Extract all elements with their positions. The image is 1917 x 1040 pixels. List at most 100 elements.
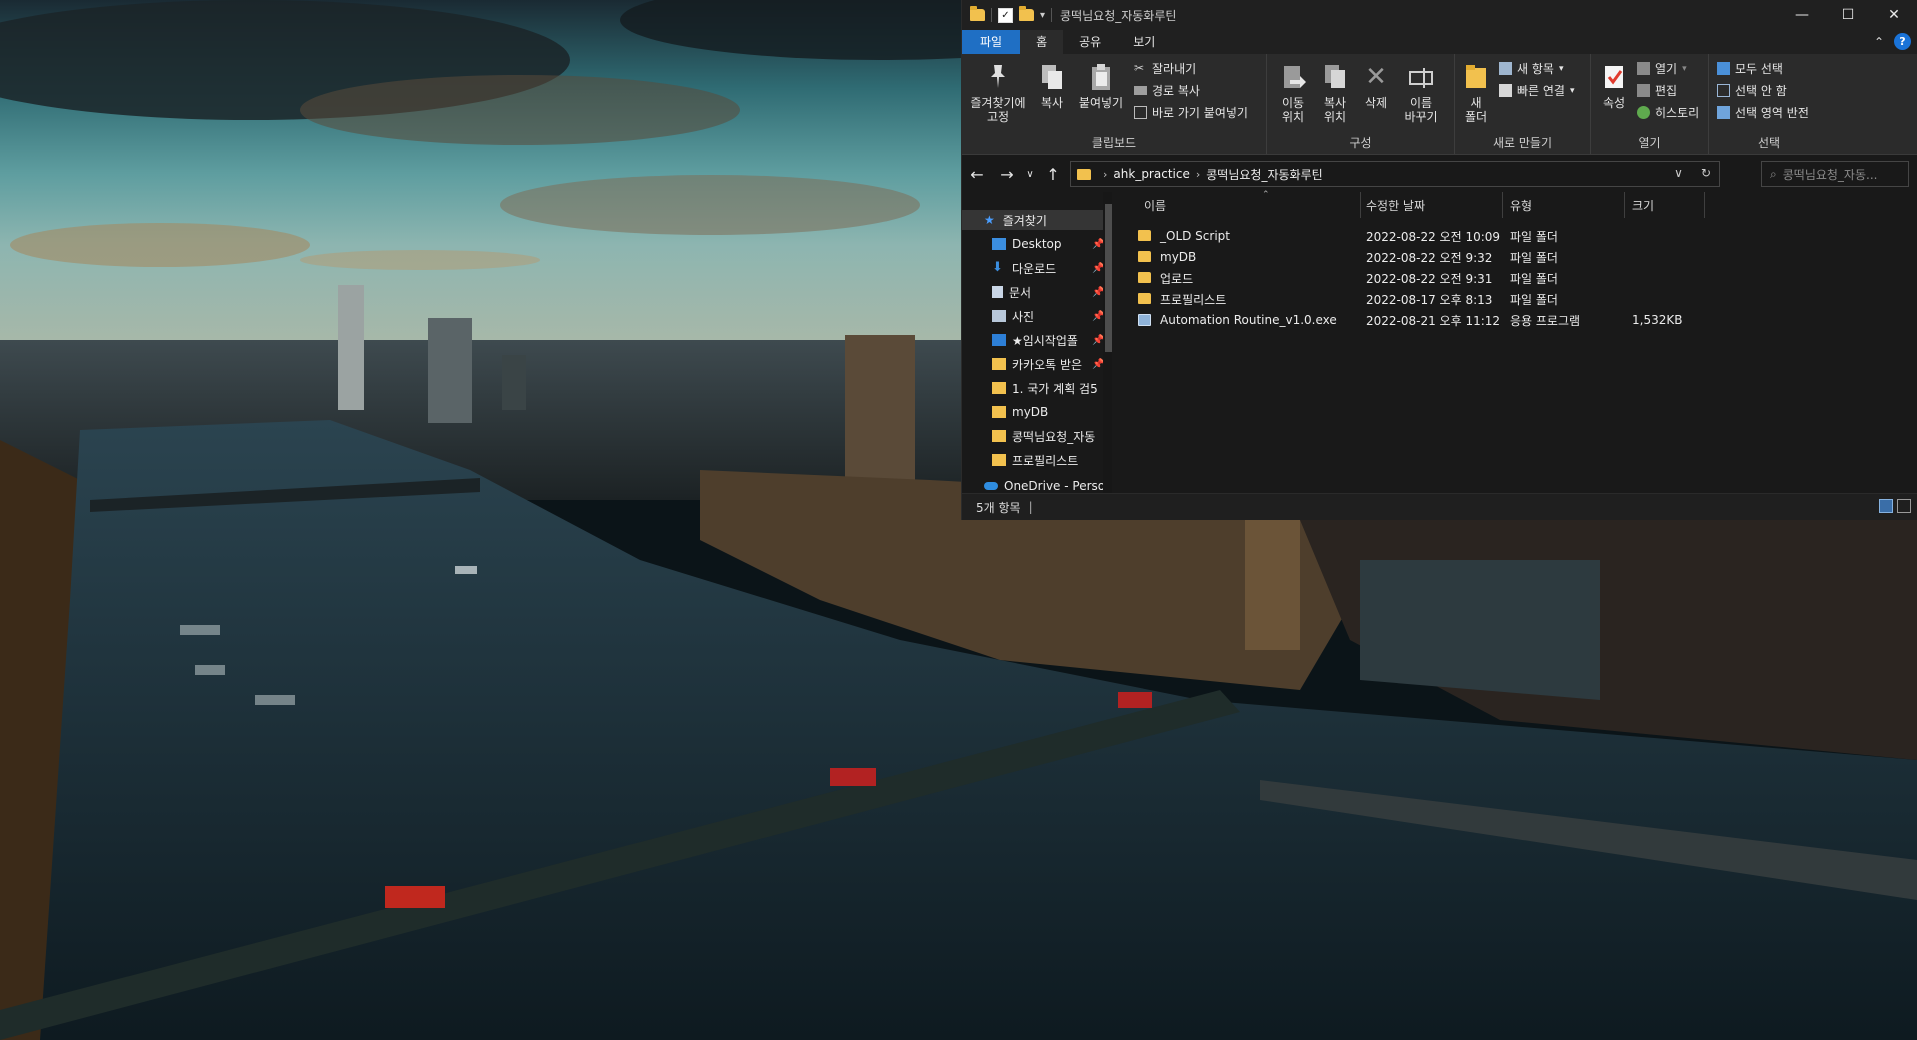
copy-to-icon xyxy=(1322,62,1348,92)
file-row[interactable]: 프로필리스트 2022-08-17 오후 8:13 파일 폴더 xyxy=(1132,289,1732,309)
close-button[interactable]: ✕ xyxy=(1871,0,1917,30)
group-new: 새 폴더 새 항목 ▾ 빠른 연결 ▾ 새로 만들기 xyxy=(1455,54,1591,154)
properties-check-icon[interactable]: ✓ xyxy=(998,7,1013,23)
new-folder-button[interactable]: 새 폴더 xyxy=(1461,62,1491,124)
column-divider[interactable] xyxy=(1704,192,1705,218)
pin-to-quick-access-button[interactable]: 즐겨찾기에 고정 xyxy=(968,62,1028,124)
tab-share[interactable]: 공유 xyxy=(1063,30,1117,54)
collapse-ribbon-icon[interactable]: ⌃ xyxy=(1874,35,1884,49)
select-group-label: 선택 xyxy=(1757,136,1781,150)
address-dropdown-icon[interactable]: ∨ xyxy=(1674,166,1683,180)
address-bar[interactable]: › ahk_practice › 콩떡님요청_자동화루틴 ∨ ↻ xyxy=(1070,161,1720,187)
tab-view[interactable]: 보기 xyxy=(1117,30,1171,54)
nav-item-downloads[interactable]: ⬇ 다운로드 📌 xyxy=(962,258,1112,278)
minimize-button[interactable]: — xyxy=(1779,0,1825,30)
open-button[interactable]: 열기 ▾ xyxy=(1637,60,1687,77)
breadcrumb-chevron-icon[interactable]: › xyxy=(1196,168,1200,181)
customize-toolbar-arrow-icon[interactable]: ▾ xyxy=(1040,10,1045,21)
pin-label: 즐겨찾기에 고정 xyxy=(970,96,1026,124)
breadcrumb-ahk-practice[interactable]: ahk_practice xyxy=(1113,167,1189,181)
nav-scrollbar-thumb[interactable] xyxy=(1105,204,1112,352)
nav-item-kakaotalk[interactable]: 카카오톡 받은 📌 xyxy=(962,354,1112,374)
delete-x-icon: ✕ xyxy=(1365,62,1387,92)
pin-icon xyxy=(985,62,1011,92)
open-label: 열기 xyxy=(1655,62,1678,76)
back-arrow-icon[interactable]: ← xyxy=(962,165,992,184)
copy-to-label: 복사 위치 xyxy=(1323,96,1347,124)
folder-icon[interactable] xyxy=(970,6,985,21)
large-icons-view-icon[interactable] xyxy=(1897,499,1911,513)
column-divider[interactable] xyxy=(1502,192,1503,218)
column-header-name[interactable]: 이름 xyxy=(1144,192,1166,218)
tab-home[interactable]: 홈 xyxy=(1020,30,1064,54)
details-view-icon[interactable] xyxy=(1879,499,1893,513)
copy-to-button[interactable]: 복사 위치 xyxy=(1317,62,1353,124)
file-row[interactable]: 업로드 2022-08-22 오전 9:31 파일 폴더 xyxy=(1132,268,1732,288)
new-item-button[interactable]: 새 항목 ▾ xyxy=(1499,60,1563,77)
column-divider[interactable] xyxy=(1360,192,1361,218)
select-none-button[interactable]: 선택 안 함 xyxy=(1717,82,1787,99)
ribbon-home: 즐겨찾기에 고정 복사 붙여넣기 ✂ 잘라내기 경로 복사 바로 가기 붙여넣기… xyxy=(962,54,1917,155)
copy-button[interactable]: 복사 xyxy=(1034,62,1070,110)
select-none-label: 선택 안 함 xyxy=(1735,84,1787,98)
nav-item-documents[interactable]: 문서 📌 xyxy=(962,282,1112,302)
new-folder-icon[interactable] xyxy=(1019,6,1034,21)
column-header-size[interactable]: 크기 xyxy=(1632,192,1654,218)
nav-item-mydb[interactable]: myDB xyxy=(962,402,1112,422)
easy-access-button[interactable]: 빠른 연결 ▾ xyxy=(1499,82,1575,99)
refresh-icon[interactable]: ↻ xyxy=(1701,166,1711,180)
new-folder-label: 새 폴더 xyxy=(1464,96,1488,124)
nav-item-label: 사진 xyxy=(1012,309,1035,324)
nav-item-desktop[interactable]: Desktop 📌 xyxy=(962,234,1112,254)
dropdown-arrow-icon: ▾ xyxy=(1569,85,1575,96)
nav-scrollbar[interactable] xyxy=(1103,192,1112,494)
clipboard-group-label: 클립보드 xyxy=(1091,136,1137,150)
nav-item-quick-access[interactable]: ★ 즐겨찾기 xyxy=(962,210,1112,230)
breadcrumb-chevron-icon[interactable]: › xyxy=(1103,168,1107,181)
item-count: 5개 항목 xyxy=(976,500,1021,515)
nav-item-label: 다운로드 xyxy=(1012,261,1057,276)
nav-item-onedrive[interactable]: OneDrive - Persor xyxy=(962,476,1112,494)
breadcrumb-current-folder[interactable]: 콩떡님요청_자동화루틴 xyxy=(1206,166,1322,183)
nav-item-pictures[interactable]: 사진 📌 xyxy=(962,306,1112,326)
file-row[interactable]: myDB 2022-08-22 오전 9:32 파일 폴더 xyxy=(1132,247,1732,267)
delete-button[interactable]: ✕ 삭제 xyxy=(1361,62,1391,110)
properties-button[interactable]: 속성 xyxy=(1597,62,1631,110)
nav-item-national-plan[interactable]: 1. 국가 계획 검5 xyxy=(962,378,1112,398)
cut-label: 잘라내기 xyxy=(1152,62,1197,76)
column-header-date[interactable]: 수정한 날짜 xyxy=(1366,192,1425,218)
nav-item-label: 문서 xyxy=(1009,285,1032,300)
edit-button[interactable]: 편집 xyxy=(1637,82,1677,99)
help-icon[interactable]: ? xyxy=(1894,33,1911,50)
paste-shortcut-button[interactable]: 바로 가기 붙여넣기 xyxy=(1134,104,1248,121)
forward-arrow-icon[interactable]: → xyxy=(992,165,1022,184)
select-all-button[interactable]: 모두 선택 xyxy=(1717,60,1783,77)
file-row[interactable]: _OLD Script 2022-08-22 오전 10:09 파일 폴더 xyxy=(1132,226,1732,246)
window-title: 콩떡님요청_자동화루틴 xyxy=(1060,8,1177,23)
up-arrow-icon[interactable]: ↑ xyxy=(1038,165,1068,184)
download-icon: ⬇ xyxy=(992,260,1003,275)
move-to-button[interactable]: 이동 위치 xyxy=(1275,62,1311,124)
maximize-button[interactable]: ☐ xyxy=(1825,0,1871,30)
recent-locations-chevron-icon[interactable]: ∨ xyxy=(1022,169,1038,180)
nav-item-profile-list[interactable]: 프로필리스트 xyxy=(962,450,1112,470)
paste-label: 붙여넣기 xyxy=(1078,96,1124,110)
history-button[interactable]: 히스토리 xyxy=(1637,104,1699,121)
folder-icon xyxy=(1138,251,1151,262)
tab-file[interactable]: 파일 xyxy=(962,30,1021,54)
invert-selection-button[interactable]: 선택 영역 반전 xyxy=(1717,104,1809,121)
select-none-icon xyxy=(1717,84,1730,97)
column-divider[interactable] xyxy=(1624,192,1625,218)
nav-item-automation[interactable]: 콩떡님요청_자동 xyxy=(962,426,1112,446)
nav-item-temp-work[interactable]: ★임시작업폴 📌 xyxy=(962,330,1112,350)
nav-item-label: ★임시작업폴 xyxy=(1012,333,1078,348)
properties-icon xyxy=(1601,62,1627,92)
cut-button[interactable]: ✂ 잘라내기 xyxy=(1134,60,1196,77)
file-row[interactable]: Automation Routine_v1.0.exe 2022-08-21 오… xyxy=(1132,310,1732,330)
rename-button[interactable]: 이름 바꾸기 xyxy=(1397,62,1445,124)
paste-button[interactable]: 붙여넣기 xyxy=(1074,62,1128,110)
copy-path-button[interactable]: 경로 복사 xyxy=(1134,82,1200,99)
edit-label: 편집 xyxy=(1655,84,1678,98)
search-box[interactable]: ⌕ 콩떡님요청_자동... xyxy=(1761,161,1909,187)
column-header-type[interactable]: 유형 xyxy=(1510,192,1532,218)
